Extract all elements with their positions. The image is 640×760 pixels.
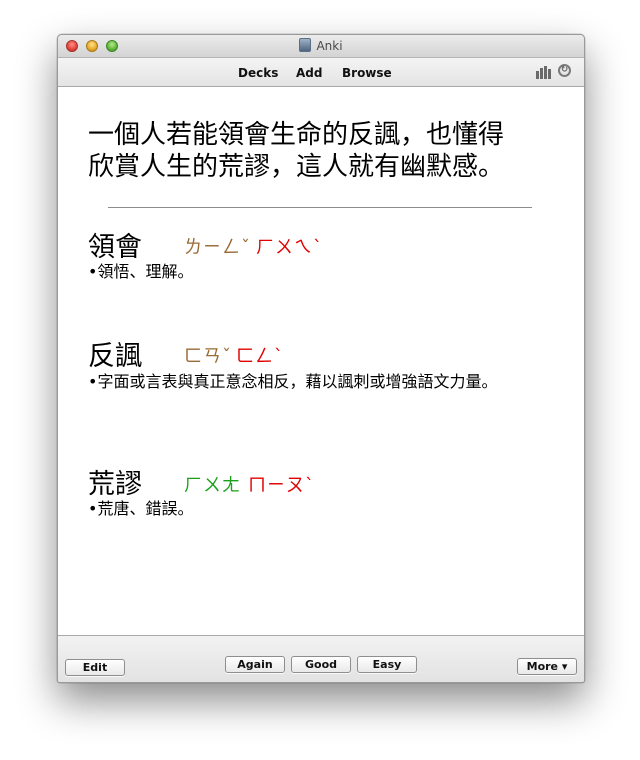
- card-view: 一個人若能領會生命的反諷，也懂得 欣賞人生的荒謬，這人就有幽默感。 領會 ㄌㄧㄥ…: [58, 87, 584, 634]
- zhuyin-second-char: ㄏㄨㄟˋ: [256, 237, 323, 258]
- entry-term: 領會: [88, 232, 142, 263]
- question-text: 一個人若能領會生命的反諷，也懂得 欣賞人生的荒謬，這人就有幽默感。: [88, 119, 558, 183]
- question-line-2: 欣賞人生的荒謬，這人就有幽默感。: [88, 152, 505, 182]
- more-button[interactable]: More ▾: [517, 658, 577, 675]
- anki-app-icon: [299, 38, 312, 52]
- anki-window: Anki Decks Add Browse ↻ 一個人若能領會生命的反諷，也懂得…: [57, 34, 585, 683]
- entry-term: 荒謬: [88, 469, 142, 500]
- zhuyin-first-char: ㄏㄨㄤ: [184, 475, 241, 496]
- window-title-text: Anki: [316, 39, 343, 53]
- add-link[interactable]: Add: [296, 58, 322, 86]
- entry-definition: •字面或言表與真正意念相反，藉以諷刺或增強語文力量。: [88, 372, 498, 391]
- entry-definition: •領悟、理解。: [88, 262, 194, 281]
- review-bottom-bar: Edit Again Good Easy More ▾: [58, 635, 584, 682]
- entry-definition: •荒唐、錯誤。: [88, 499, 194, 518]
- again-button[interactable]: Again: [225, 656, 285, 673]
- title-bar: Anki: [58, 35, 584, 58]
- toolbar: Decks Add Browse ↻: [58, 58, 584, 87]
- good-button[interactable]: Good: [291, 656, 351, 673]
- decks-link[interactable]: Decks: [238, 58, 278, 86]
- easy-button[interactable]: Easy: [357, 656, 417, 673]
- stats-icon[interactable]: [536, 66, 552, 79]
- sync-icon[interactable]: ↻: [558, 64, 571, 77]
- browse-link[interactable]: Browse: [342, 58, 392, 86]
- question-line-1: 一個人若能領會生命的反諷，也懂得: [88, 120, 505, 150]
- window-title: Anki: [58, 35, 584, 57]
- zhuyin-first-char: ㄌㄧㄥˇ: [184, 237, 251, 258]
- answer-divider: [108, 207, 532, 208]
- zhuyin-second-char: ㄈㄥˋ: [236, 346, 284, 367]
- zhuyin-first-char: ㄈㄢˇ: [184, 346, 232, 367]
- zhuyin-second-char: ㄇㄧㄡˋ: [248, 475, 315, 496]
- edit-button[interactable]: Edit: [65, 659, 125, 676]
- entry-term: 反諷: [88, 341, 142, 372]
